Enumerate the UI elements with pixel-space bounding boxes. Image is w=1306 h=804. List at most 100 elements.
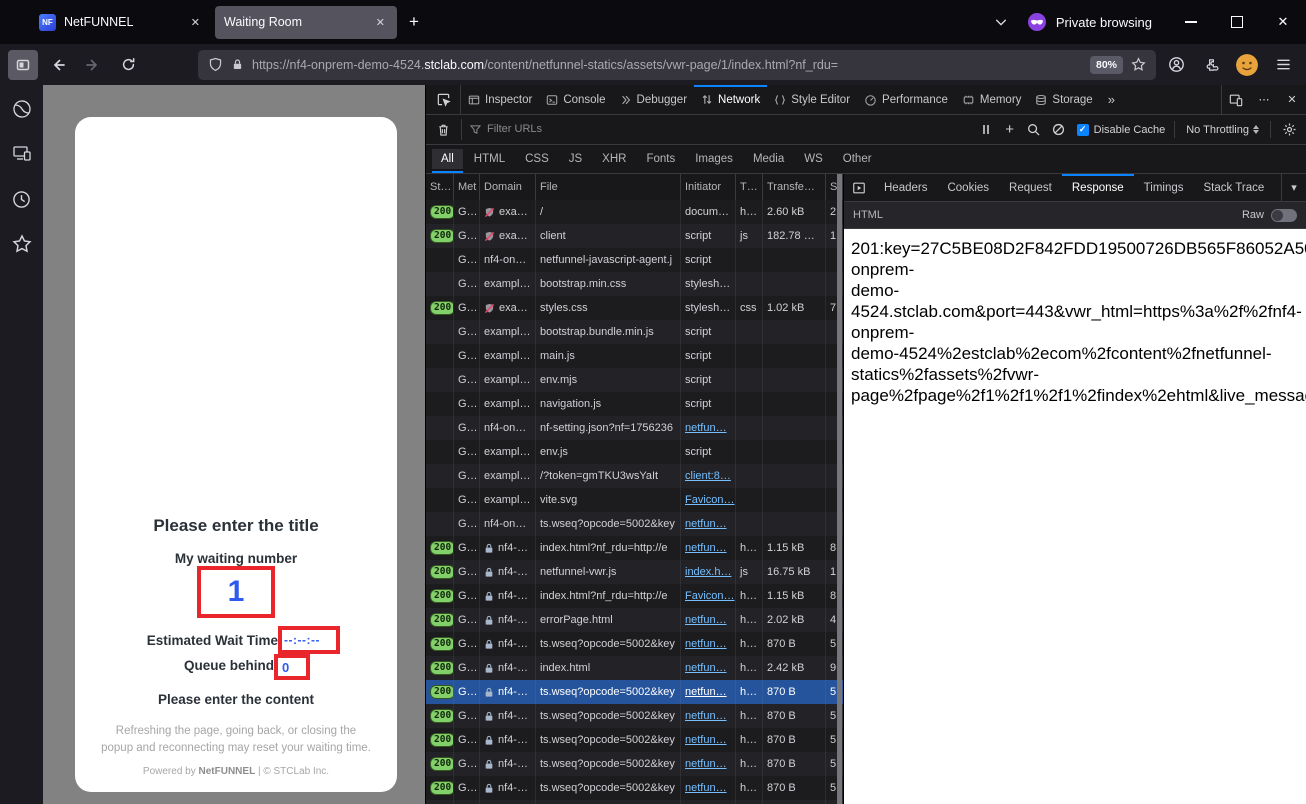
tab-close-icon[interactable]: ✕ — [188, 16, 203, 29]
initiator-link[interactable]: netfun… — [685, 662, 727, 674]
initiator-link[interactable]: netfun… — [685, 710, 727, 722]
detail-tab-timings[interactable]: Timings — [1134, 174, 1194, 201]
search-icon[interactable] — [1023, 123, 1045, 136]
checkbox-checked-icon[interactable]: ✓ — [1077, 124, 1089, 136]
network-request-row[interactable]: 200G…nf4-…ts.wseq?opcode=5002&keynetfun…… — [426, 752, 843, 776]
more-tabs-icon[interactable]: » — [1100, 85, 1123, 114]
type-filter-media[interactable]: Media — [744, 149, 793, 169]
devtools-tab-performance[interactable]: Performance — [857, 85, 955, 114]
network-request-row[interactable]: G…exampl…/?token=gmTKU3wsYaItclient:8… — [426, 464, 843, 488]
profile-avatar[interactable] — [1236, 54, 1258, 76]
network-request-row[interactable]: 200G…nf4-…ts.wseq?opcode=5002&keynetfun…… — [426, 776, 843, 800]
ai-chatbot-icon[interactable] — [8, 95, 36, 123]
reload-button[interactable] — [113, 50, 143, 80]
network-request-row[interactable]: 200G…nf4-…index.htmlnetfun…h…2.42 kB9… — [426, 656, 843, 680]
zoom-level-badge[interactable]: 80% — [1090, 56, 1123, 74]
maximize-button[interactable] — [1214, 0, 1260, 44]
initiator-link[interactable]: client:8… — [685, 470, 731, 482]
initiator-link[interactable]: netfun… — [685, 542, 727, 554]
bookmark-star-icon[interactable] — [1131, 57, 1146, 72]
detail-tab-headers[interactable]: Headers — [874, 174, 937, 201]
tracking-shield-icon[interactable] — [208, 57, 223, 72]
pause-traffic-icon[interactable] — [975, 124, 997, 135]
network-request-row[interactable]: G…nf4-on…netfunnel-javascript-agent.jscr… — [426, 248, 843, 272]
devtools-tab-style-editor[interactable]: Style Editor — [767, 85, 857, 114]
network-request-row[interactable]: 200G…nf4-…ts.wseq?opcode=5002&keynetfun…… — [426, 800, 843, 804]
network-request-row[interactable]: 200G…nf4-…ts.wseq?opcode=5002&keynetfun…… — [426, 632, 843, 656]
network-settings-gear-icon[interactable] — [1276, 122, 1302, 137]
detail-tab-cookies[interactable]: Cookies — [937, 174, 999, 201]
devtools-close-icon[interactable]: ✕ — [1278, 85, 1306, 114]
close-button[interactable]: ✕ — [1260, 0, 1306, 44]
history-icon[interactable] — [8, 185, 36, 213]
network-request-row[interactable]: G…nf4-on…nf-setting.json?nf=1756236netfu… — [426, 416, 843, 440]
bookmarks-icon[interactable] — [8, 230, 36, 258]
network-request-row[interactable]: G…exampl…navigation.jsscript — [426, 392, 843, 416]
type-filter-css[interactable]: CSS — [516, 149, 558, 169]
type-filter-fonts[interactable]: Fonts — [637, 149, 684, 169]
responsive-design-mode-icon[interactable] — [1222, 85, 1250, 114]
pick-element-icon[interactable] — [426, 85, 461, 114]
request-list-scrollbar[interactable] — [837, 174, 842, 804]
network-request-row[interactable]: 200G…nf4-…ts.wseq?opcode=5002&keynetfun…… — [426, 704, 843, 728]
detail-tab-response[interactable]: Response — [1062, 174, 1134, 201]
network-request-row[interactable]: G…exampl…env.mjsscript — [426, 368, 843, 392]
column-header-initiator[interactable]: Initiator — [681, 174, 736, 200]
network-request-row[interactable]: 200G…nf4-…ts.wseq?opcode=5002&keynetfun…… — [426, 680, 843, 704]
initiator-link[interactable]: Favicon… — [685, 494, 735, 506]
extensions-icon[interactable] — [1196, 50, 1226, 80]
initiator-link[interactable]: netfun… — [685, 518, 727, 530]
column-header-st-[interactable]: St… — [426, 174, 454, 200]
devtools-menu-icon[interactable]: ⋯ — [1250, 85, 1278, 114]
network-request-row[interactable]: 200G…nf4-…index.html?nf_rdu=http://enetf… — [426, 536, 843, 560]
devtools-tab-debugger[interactable]: Debugger — [613, 85, 695, 114]
devtools-tab-memory[interactable]: Memory — [955, 85, 1029, 114]
tab-close-icon[interactable]: ✕ — [373, 16, 388, 29]
network-request-row[interactable]: 200G…nf4-…errorPage.htmlnetfun…h…2.02 kB… — [426, 608, 843, 632]
forward-button[interactable] — [78, 50, 108, 80]
network-request-row[interactable]: G…exampl…bootstrap.min.cssstylesh… — [426, 272, 843, 296]
devtools-tab-network[interactable]: Network — [694, 85, 767, 114]
devtools-tab-console[interactable]: Console — [539, 85, 612, 114]
network-action-icon[interactable] — [844, 174, 874, 201]
network-request-row[interactable]: 200G…nf4-…netfunnel-vwr.jsindex.h…js16.7… — [426, 560, 843, 584]
browser-tab-waiting-room[interactable]: Waiting Room✕ — [215, 6, 397, 39]
network-request-row[interactable]: G…exampl…main.jsscript — [426, 344, 843, 368]
network-request-row[interactable]: G…exampl…env.jsscript — [426, 440, 843, 464]
initiator-link[interactable]: netfun… — [685, 638, 727, 650]
column-header-t-[interactable]: T… — [736, 174, 763, 200]
list-all-tabs-icon[interactable] — [983, 0, 1019, 44]
devtools-tab-inspector[interactable]: Inspector — [461, 85, 539, 114]
disable-cache-control[interactable]: ✓ Disable Cache — [1073, 124, 1170, 136]
minimize-button[interactable] — [1168, 0, 1214, 44]
response-preview[interactable]: 201:key=27C5BE08D2F842FDD19500726DB565F8… — [844, 229, 1306, 804]
network-request-row[interactable]: 200G…nf4-…ts.wseq?opcode=5002&keynetfun…… — [426, 728, 843, 752]
initiator-link[interactable]: Favicon… — [685, 590, 735, 602]
initiator-link[interactable]: netfun… — [685, 782, 727, 794]
initiator-link[interactable]: index.h… — [685, 566, 731, 578]
detail-tab-stack-trace[interactable]: Stack Trace — [1194, 174, 1275, 201]
network-request-row[interactable]: 200G…exa…/docum…h…2.60 kB2… — [426, 200, 843, 224]
type-filter-images[interactable]: Images — [686, 149, 742, 169]
back-button[interactable] — [43, 50, 73, 80]
clear-requests-icon[interactable] — [430, 123, 456, 137]
filter-urls-input[interactable]: Filter URLs — [461, 119, 973, 139]
column-header-met[interactable]: Met — [454, 174, 480, 200]
browser-tab-netfunnel[interactable]: NFNetFUNNEL✕ — [30, 6, 212, 39]
initiator-link[interactable]: netfun… — [685, 614, 727, 626]
initiator-link[interactable]: netfun… — [685, 422, 727, 434]
type-filter-all[interactable]: All — [432, 149, 463, 169]
type-filter-other[interactable]: Other — [834, 149, 881, 169]
url-bar[interactable]: https://nf4-onprem-demo-4524.stclab.com/… — [198, 50, 1156, 80]
detail-tabs-dropdown-icon[interactable]: ▾ — [1281, 174, 1306, 201]
network-request-row[interactable]: 200G…exa…styles.cssstylesh…css1.02 kB7… — [426, 296, 843, 320]
synced-tabs-icon[interactable] — [8, 140, 36, 168]
network-request-row[interactable]: G…nf4-on…ts.wseq?opcode=5002&keynetfun… — [426, 512, 843, 536]
column-header-transfe-[interactable]: Transfe… — [763, 174, 826, 200]
new-tab-button[interactable]: + — [397, 6, 431, 39]
menu-hamburger-icon[interactable] — [1268, 50, 1298, 80]
add-request-icon[interactable]: + — [999, 121, 1021, 138]
type-filter-ws[interactable]: WS — [795, 149, 832, 169]
sidebar-toggle-icon[interactable] — [8, 50, 38, 80]
initiator-link[interactable]: netfun… — [685, 758, 727, 770]
